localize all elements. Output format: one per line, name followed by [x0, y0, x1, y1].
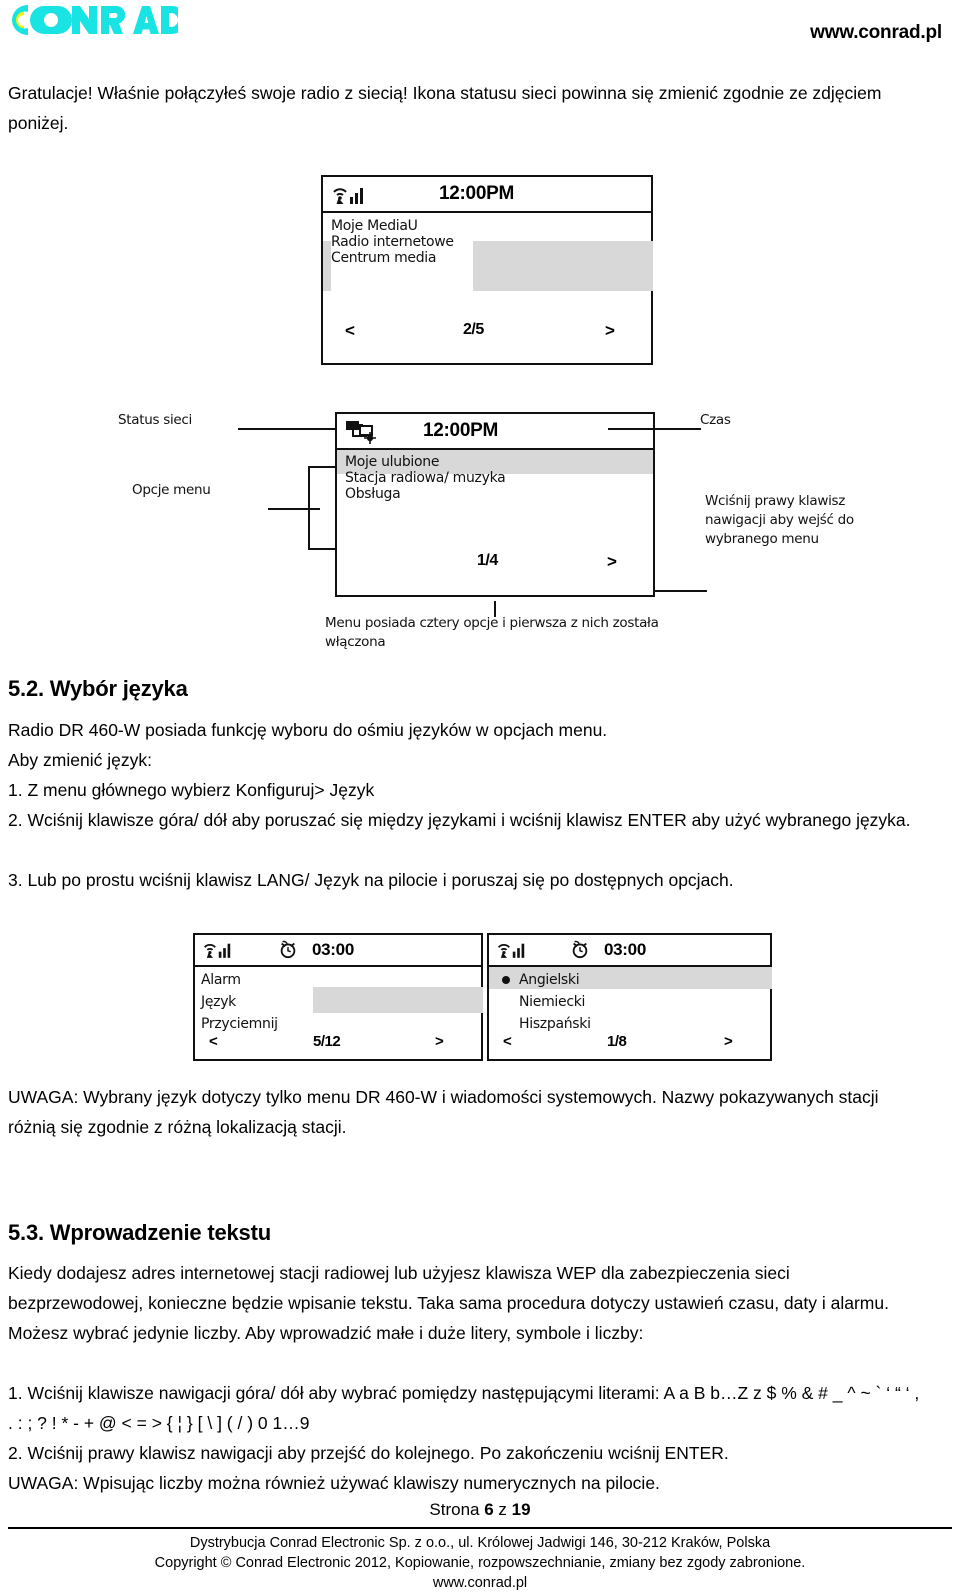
figure1-next-arrow[interactable]: > [605, 321, 615, 341]
section-5-2-note: UWAGA: Wybrany język dotyczy tylko menu … [8, 1087, 879, 1137]
section-5-3-line-1: 1. Wciśnij klawisze nawigacji góra/ dół … [8, 1383, 920, 1433]
callout-time: Czas [700, 412, 731, 428]
figure3-right-menu-list: Angielski Niemiecki Hiszpański < 1/8 > [489, 967, 772, 1059]
figure3-right-menu-item-0: Angielski [495, 969, 770, 991]
section-5-3-line-0: Kiedy dodajesz adres internetowej stacji… [8, 1263, 889, 1343]
figure3-left-pager: 5/12 [313, 1033, 341, 1050]
figure3-left-status-bar: 03:00 [195, 935, 481, 967]
leader-right-key-hint [655, 590, 707, 592]
section-5-3-line-3: UWAGA: Wpisując liczby można również uży… [8, 1473, 660, 1493]
leader-network-status [238, 428, 336, 430]
site-url: www.conrad.pl [810, 22, 942, 43]
figure3-right-status-bar: 03:00 [489, 935, 770, 967]
figure3-right-time: 03:00 [604, 940, 646, 959]
page-number-current: 6 [484, 1500, 494, 1519]
section-5-2-line-0: Radio DR 460-W posiada funkcję wyboru do… [8, 720, 608, 740]
section-5-2-title: 5.2. Wybór języka [8, 676, 188, 701]
figure3-right-menu-item-0-label: Angielski [519, 972, 580, 988]
figure3-left-menu-item-1: Język [201, 994, 236, 1010]
figure2-status-bar: 12:00PM [337, 414, 653, 450]
alarm-clock-icon [278, 939, 300, 961]
radio-selected-icon [502, 976, 510, 984]
footer-line-1: Dystrybucja Conrad Electronic Sp. z o.o.… [189, 1535, 771, 1551]
footer-line-2: Copyright © Conrad Electronic 2012, Kopi… [154, 1555, 806, 1571]
section-5-2-line-3: 2. Wciśnij klawisze góra/ dół aby porusz… [8, 810, 911, 830]
section-5-2-line-4: 3. Lub po prostu wciśnij klawisz LANG/ J… [8, 870, 734, 890]
figure2-time: 12:00PM [423, 420, 498, 441]
figure2-menu-item-0: Moje ulubione [345, 454, 440, 470]
figure3-left-menu-item-0: Alarm [201, 972, 241, 988]
figure3-right-device-screen: 03:00 Angielski Niemiecki Hiszpański < 1… [487, 933, 772, 1061]
figure3-right-prev-arrow[interactable]: < [503, 1033, 512, 1050]
leader-menu-bracket-top [308, 466, 336, 468]
page-number-total: 19 [511, 1500, 531, 1519]
figure1-pager: 2/5 [463, 321, 484, 338]
network-connected-icon [345, 418, 385, 444]
figure2-menu-item-2: Obsługa [345, 486, 401, 502]
wifi-signal-icon [496, 939, 530, 961]
figure2-caption: Menu posiada cztery opcje i pierwsza z n… [325, 615, 659, 650]
figure3-left-prev-arrow[interactable]: < [209, 1033, 218, 1050]
footer-line-3: www.conrad.pl [432, 1575, 528, 1591]
figure2-menu-list: Moje ulubione Stacja radiowa/ muzyka Obs… [337, 450, 653, 595]
page-header: www.conrad.pl [0, 0, 960, 62]
callout-menu-options: Opcje menu [132, 482, 211, 498]
callout-network-status: Status sieci [118, 412, 192, 428]
wifi-signal-icon [202, 939, 236, 961]
section-5-3-title: 5.3. Wprowadzenie tekstu [8, 1220, 271, 1245]
leader-menu-bracket-bottom [308, 548, 336, 550]
page-number: Strona 6 z 19 [0, 1500, 960, 1520]
footer-divider [8, 1527, 952, 1529]
figure3-left-time: 03:00 [312, 940, 354, 959]
figure2-pager: 1/4 [477, 552, 498, 569]
figure2-device-screen: 12:00PM Moje ulubione Stacja radiowa/ mu… [335, 412, 655, 597]
figure1-device-screen: 12:00PM Moje MediaU Radio internetowe Ce… [321, 175, 653, 365]
callout-right-key-hint: Wciśnij prawy klawisz nawigacji aby wejś… [705, 493, 854, 547]
page-number-of: z [493, 1500, 512, 1519]
figure2-next-arrow[interactable]: > [607, 552, 617, 572]
figure3-right-pager: 1/8 [607, 1033, 627, 1050]
section-5-2-line-1: Aby zmienić język: [8, 750, 152, 770]
page-number-prefix: Strona [429, 1500, 485, 1519]
section-5-3-line-2: 2. Wciśnij prawy klawisz nawigacji aby p… [8, 1443, 729, 1463]
figure2-menu-item-1: Stacja radiowa/ muzyka [345, 470, 506, 486]
figure1-menu-item-0: Moje MediaU [331, 218, 418, 234]
leader-menu-options [268, 508, 320, 510]
figure3-right-menu-item-1: Niemiecki [519, 994, 586, 1010]
figure1-status-bar: 12:00PM [323, 177, 651, 213]
figure3-right-next-arrow[interactable]: > [724, 1033, 733, 1050]
figure1-highlight-left [323, 241, 331, 291]
figure1-time: 12:00PM [439, 183, 514, 204]
figure3-left-menu-list: Alarm Język Przyciemnij < 5/12 > [195, 967, 483, 1059]
conrad-logo [8, 2, 178, 40]
figure3-left-next-arrow[interactable]: > [435, 1033, 444, 1050]
figure1-menu-item-2: Centrum media [331, 250, 437, 266]
figure3-left-menu-item-2: Przyciemnij [201, 1016, 278, 1032]
alarm-clock-icon [570, 939, 592, 961]
leader-menu-bracket-vertical [308, 466, 310, 550]
figure1-prev-arrow[interactable]: < [345, 321, 355, 341]
figure3-left-device-screen: 03:00 Alarm Język Przyciemnij < 5/12 > [193, 933, 483, 1061]
intro-paragraph: Gratulacje! Właśnie połączyłeś swoje rad… [8, 83, 882, 133]
wifi-signal-icon [331, 183, 365, 205]
leader-time [608, 428, 701, 430]
figure1-menu-list: Moje MediaU Radio internetowe Centrum me… [323, 213, 653, 363]
figure1-menu-item-1: Radio internetowe [331, 234, 454, 250]
figure3-right-menu-item-2: Hiszpański [519, 1016, 591, 1032]
section-5-2-line-2: 1. Z menu głównego wybierz Konfiguruj> J… [8, 780, 375, 800]
